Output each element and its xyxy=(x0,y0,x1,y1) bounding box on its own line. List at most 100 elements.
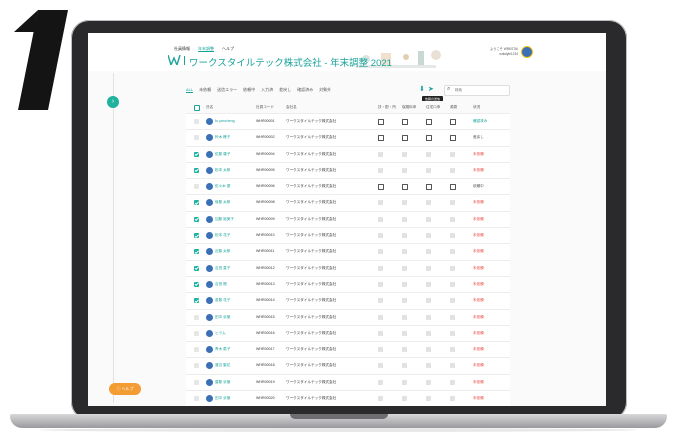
employee-name[interactable]: 田中 京極 xyxy=(215,391,230,406)
table-row[interactable]: 渡辺 聖花 WHR00018 ワークスタイルテック株式会社 未依頼 xyxy=(186,358,510,375)
document-icon[interactable] xyxy=(402,135,408,142)
nav-item[interactable]: 社員情報 xyxy=(174,46,190,51)
row-checkbox[interactable] xyxy=(194,314,199,320)
send-icon[interactable]: ➤ xyxy=(428,85,434,93)
table-row[interactable]: 鈴木 穣子 WHR00002 ワークスタイルテック株式会社 差戻し xyxy=(186,130,510,147)
row-checkbox[interactable] xyxy=(194,119,199,124)
table-row[interactable]: 斎藤 花子 WHR00014 ワークスタイルテック株式会社 未依頼 xyxy=(186,293,510,310)
document-icon[interactable] xyxy=(378,135,384,142)
employee-name[interactable]: 青木 恵子 xyxy=(215,342,230,357)
row-checkbox[interactable] xyxy=(194,265,199,271)
table-row[interactable]: 加藤 裕美子 WHR00009 ワークスタイルテック株式会社 未依頼 xyxy=(186,211,510,229)
filter-tab[interactable]: 入力済 xyxy=(261,87,273,92)
row-checkbox[interactable] xyxy=(194,330,199,336)
document-icon xyxy=(450,314,455,320)
row-checkbox[interactable] xyxy=(194,379,199,385)
table-row[interactable]: ヒラム WHR00016 ワークスタイルテック株式会社 未依頼 xyxy=(186,325,510,343)
company-name: ワークスタイルテック株式会社 xyxy=(286,135,337,140)
avatar xyxy=(206,264,213,272)
document-icon xyxy=(450,233,455,239)
filter-tab[interactable]: ALL xyxy=(186,87,194,93)
employee-name[interactable]: 後藤 太郎 xyxy=(215,195,230,210)
table-row[interactable]: 田中 京極 WHR00015 ワークスタイルテック株式会社 未依頼 xyxy=(186,309,510,326)
document-icon[interactable] xyxy=(402,119,408,125)
table-row[interactable]: 齋藤 京極 WHR00019 ワークスタイルテック株式会社 未依頼 xyxy=(186,374,510,392)
document-icon xyxy=(378,347,383,353)
document-icon[interactable] xyxy=(426,135,432,142)
employee-name[interactable]: 鈴木 穣子 xyxy=(215,130,230,145)
employee-name[interactable]: 斎藤 花子 xyxy=(215,293,230,308)
row-checkbox[interactable] xyxy=(194,167,199,173)
filter-tab[interactable]: 依頼中 xyxy=(243,87,255,92)
filter-tab[interactable]: 送信エラー xyxy=(217,87,237,92)
document-icon[interactable] xyxy=(450,184,456,191)
document-icon[interactable] xyxy=(402,184,408,191)
document-icon[interactable] xyxy=(450,135,456,142)
document-icon[interactable] xyxy=(426,119,432,125)
row-checkbox[interactable] xyxy=(194,298,199,304)
table-row[interactable]: 佐藤 康子 WHR00004 ワークスタイルテック株式会社 未依頼 xyxy=(186,146,510,163)
employee-code: WHR00008 xyxy=(256,200,275,205)
table-row[interactable]: 佐々木 優 WHR00006 ワークスタイルテック株式会社 依頼中 xyxy=(186,179,510,196)
column-header: 源泉 xyxy=(450,105,458,109)
employee-name[interactable]: 吉田 直子 xyxy=(215,261,230,276)
table-row[interactable]: 田中 京極 WHR00020 ワークスタイルテック株式会社 未依頼 xyxy=(186,391,510,406)
company-name: ワークスタイルテック株式会社 xyxy=(286,151,337,156)
employee-name[interactable]: ヒラム xyxy=(215,326,226,341)
table-row[interactable]: 吉田 剛 WHR00013 ワークスタイルテック株式会社 未依頼 xyxy=(186,276,510,294)
row-checkbox[interactable] xyxy=(194,363,199,369)
employee-name[interactable]: 吉田 剛 xyxy=(215,277,227,292)
document-icon[interactable] xyxy=(378,184,384,191)
nav-item[interactable]: ヘルプ xyxy=(222,46,234,51)
employee-name[interactable]: 近藤 太郎 xyxy=(215,244,230,259)
filter-tab[interactable]: 差戻し xyxy=(279,87,291,92)
filter-tab[interactable]: 対象外 xyxy=(319,87,331,92)
table-row[interactable]: 近藤 太郎 WHR00011 ワークスタイルテック株式会社 未依頼 xyxy=(186,244,510,261)
employee-name[interactable]: 渡辺 聖花 xyxy=(215,358,230,373)
row-checkbox[interactable] xyxy=(194,347,199,353)
search-input[interactable] xyxy=(455,87,505,93)
employee-name[interactable]: 齋藤 京極 xyxy=(215,375,230,390)
row-checkbox[interactable] xyxy=(194,200,199,206)
top-bar: 社員情報 年末調整 ヘルプ ワークスタイルテック株式会社 - 年末調整 2021 よ… xyxy=(88,33,606,71)
row-checkbox[interactable] xyxy=(194,135,199,141)
document-icon[interactable] xyxy=(450,119,456,125)
user-id: wrkstyle1234 xyxy=(499,52,518,56)
table-row[interactable]: fu yancheng WHR00001 ワークスタイルテック株式会社 確認済み xyxy=(186,114,510,131)
row-checkbox[interactable] xyxy=(194,216,199,222)
table-row[interactable]: 松本 太郎 WHR00005 ワークスタイルテック株式会社 未依頼 xyxy=(186,162,510,180)
row-checkbox[interactable] xyxy=(194,184,199,190)
nav-item[interactable]: 年末調整 xyxy=(198,46,214,52)
table-row[interactable]: 後藤 太郎 WHR00008 ワークスタイルテック株式会社 未依頼 xyxy=(186,195,510,212)
employee-name[interactable]: fu yancheng xyxy=(215,114,235,129)
document-icon xyxy=(402,314,407,320)
column-header: 保険料申 xyxy=(402,105,417,109)
table-row[interactable]: 松本 花子 WHR00010 ワークスタイルテック株式会社 未依頼 xyxy=(186,228,510,245)
document-icon[interactable] xyxy=(426,184,432,191)
employee-name[interactable]: 田中 京極 xyxy=(215,310,230,325)
employee-name[interactable]: 加藤 裕美子 xyxy=(215,212,234,227)
row-checkbox[interactable] xyxy=(194,396,199,402)
help-button[interactable]: ⓘ ヘルプ xyxy=(109,383,141,395)
row-checkbox[interactable] xyxy=(194,151,199,157)
avatar[interactable] xyxy=(521,46,533,58)
employee-name[interactable]: 佐々木 優 xyxy=(215,179,230,194)
search-box[interactable]: ⌕ xyxy=(444,85,510,96)
row-checkbox[interactable] xyxy=(194,233,199,239)
table-row[interactable]: 青木 恵子 WHR00017 ワークスタイルテック株式会社 未依頼 xyxy=(186,342,510,359)
filter-tab[interactable]: 確認済み xyxy=(297,87,313,92)
filter-tab[interactable]: 未依頼 xyxy=(199,87,211,92)
employee-name[interactable]: 佐藤 康子 xyxy=(215,147,230,162)
user-info[interactable]: ようこそ WRKSTAI wrkstyle1234 xyxy=(466,47,518,57)
row-checkbox[interactable] xyxy=(194,249,199,255)
row-checkbox[interactable] xyxy=(194,281,199,287)
employee-code: WHR00019 xyxy=(256,379,275,384)
download-icon[interactable]: ⬇ xyxy=(419,85,425,93)
expand-sidebar-button[interactable]: › xyxy=(107,96,119,108)
document-icon xyxy=(378,281,383,287)
employee-name[interactable]: 松本 花子 xyxy=(215,228,230,243)
employee-name[interactable]: 松本 太郎 xyxy=(215,163,230,178)
document-icon[interactable] xyxy=(378,119,384,125)
table-row[interactable]: 吉田 直子 WHR00012 ワークスタイルテック株式会社 未依頼 xyxy=(186,260,510,277)
step-number xyxy=(14,10,68,110)
